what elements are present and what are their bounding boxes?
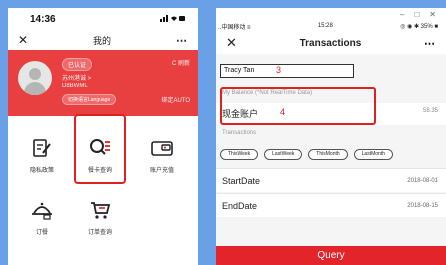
grid-item-order-query[interactable]: 订单查询 [70, 200, 130, 236]
battery-label: ◎ ◉ ✱ 35% ■ [400, 23, 438, 30]
user-name-field[interactable]: Tracy Tan [220, 64, 354, 78]
start-date-value: 2018-08-01 [407, 178, 438, 184]
document-pen-icon [12, 138, 72, 160]
avatar[interactable] [18, 61, 52, 95]
bind-auto-label[interactable]: 绑定AUTO [161, 95, 190, 104]
query-button[interactable]: Query [216, 246, 446, 265]
highlight-box [74, 114, 126, 184]
close-icon[interactable]: ✕ [226, 35, 237, 51]
screenshot-stage: 14:36 ✕ 我的 ⋯ 已认证 苏州港诚 > D8BWML 切换语言Langu… [0, 0, 446, 265]
user-code: D8BWML [62, 83, 88, 89]
grid-item-recharge[interactable]: 账户充值 [132, 138, 192, 174]
end-date-label: EndDate [222, 201, 258, 211]
end-date-value: 2018-08-15 [407, 203, 438, 209]
left-nav-bar: ✕ 我的 ⋯ [8, 30, 198, 50]
company-link[interactable]: 苏州港诚 > [62, 73, 91, 82]
filter-last-week[interactable]: LastWeek [264, 149, 303, 160]
account-balance: 58.35 [422, 108, 438, 114]
carrier-label: ..中国移动 ≡ [218, 24, 251, 31]
right-nav-bar: ✕ Transactions ⋯ [216, 32, 446, 54]
transactions-label: Transactions [222, 130, 257, 136]
page-title: Transactions [299, 37, 362, 49]
verified-badge: 已认证 [62, 58, 93, 71]
filter-last-month[interactable]: LastMonth [353, 149, 393, 160]
left-phone-screen: 14:36 ✕ 我的 ⋯ 已认证 苏州港诚 > D8BWML 切换语言Langu… [8, 8, 198, 265]
more-icon[interactable]: ⋯ [424, 37, 436, 50]
page-title: 我的 [93, 35, 112, 46]
refresh-button[interactable]: C 刷新 [172, 58, 190, 67]
close-icon[interactable]: ✕ [18, 33, 28, 47]
filter-this-month[interactable]: ThisMonth [308, 149, 348, 160]
more-icon[interactable]: ⋯ [176, 34, 188, 47]
left-status-bar: 14:36 [8, 8, 198, 30]
profile-banner: 已认证 苏州港诚 > D8BWML 切换语言Language C 刷新 绑定AU… [8, 50, 198, 116]
grid-item-order-meal[interactable]: 订餐 [12, 200, 72, 236]
filter-this-week[interactable]: ThisWeek [220, 149, 259, 160]
status-time: 14:36 [30, 13, 56, 25]
grid-item-label: 隐私政策 [29, 168, 54, 174]
window-controls: – □ ✕ [216, 8, 446, 20]
annotation-3: 3 [276, 65, 282, 75]
status-time: 15:28 [317, 23, 333, 29]
end-date-row[interactable]: EndDate 2018-08-15 [216, 193, 446, 217]
minimize-icon[interactable]: – [400, 10, 404, 19]
balance-highlight-box [220, 87, 376, 125]
language-switch-button[interactable]: 切换语言Language [62, 94, 117, 105]
window-close-icon[interactable]: ✕ [429, 10, 436, 19]
card-icon [132, 138, 192, 160]
cart-icon [70, 200, 130, 222]
start-date-label: StartDate [222, 176, 261, 186]
maximize-icon[interactable]: □ [414, 10, 419, 19]
period-filters: ThisWeek LastWeek ThisMonth LastMonth [220, 149, 393, 160]
signal-wifi-battery-icon [160, 14, 186, 25]
grid-item-label: 账户充值 [149, 168, 174, 174]
food-cover-icon [12, 200, 72, 222]
grid-item-label: 订单查询 [87, 230, 112, 236]
grid-item-label: 订餐 [35, 230, 48, 236]
start-date-row[interactable]: StartDate 2018-08-01 [216, 168, 446, 192]
right-phone-screen: – □ ✕ ..中国移动 ≡ 15:28 ◎ ◉ ✱ 35% ■ ✕ Trans… [216, 8, 446, 265]
grid-item-privacy[interactable]: 隐私政策 [12, 138, 72, 174]
right-status-bar: ..中国移动 ≡ 15:28 ◎ ◉ ✱ 35% ■ [216, 20, 446, 32]
